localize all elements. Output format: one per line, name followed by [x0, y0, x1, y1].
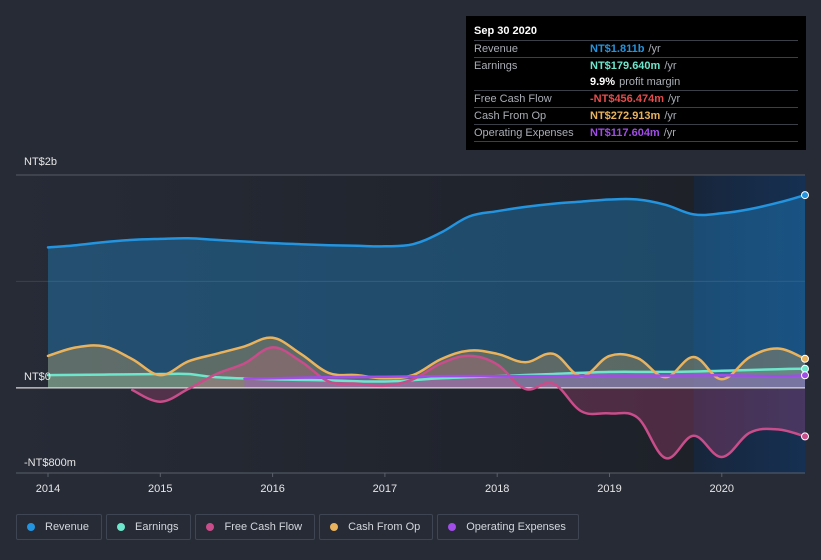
legend-item-revenue[interactable]: Revenue [16, 514, 103, 540]
legend-dot-icon [330, 523, 339, 531]
chart-legend: Revenue Earnings Free Cash Flow Cash Fro… [16, 514, 579, 540]
x-tick-label: 2014 [36, 483, 60, 495]
tooltip-panel: Sep 30 2020 Revenue NT$1.811b /yr Earnin… [466, 16, 806, 150]
tooltip-label: Earnings [474, 60, 518, 72]
legend-label: Revenue [45, 521, 90, 533]
y-tick-label: NT$2b [24, 156, 57, 168]
free-cash-flow-endpoint-marker[interactable] [801, 432, 809, 441]
tooltip-label [474, 74, 590, 90]
tooltip-value: NT$179.640m [590, 60, 661, 72]
tooltip-value: NT$1.811b [590, 43, 645, 55]
legend-dot-icon [448, 523, 457, 531]
tooltip-value: 9.9% [590, 76, 616, 88]
legend-dot-icon [206, 523, 215, 531]
tooltip-unit: /yr [664, 60, 677, 72]
legend-label: Free Cash Flow [224, 521, 303, 533]
legend-label: Cash From Op [348, 521, 421, 533]
tooltip-unit: /yr [668, 93, 681, 105]
x-tick-label: 2015 [148, 483, 172, 495]
tooltip-value: NT$272.913m [590, 110, 661, 122]
tooltip-unit: /yr [648, 43, 661, 55]
tooltip-row-operating-expenses: Operating Expenses NT$117.604m /yr [474, 125, 798, 142]
x-tick-label: 2020 [710, 483, 734, 495]
tooltip-unit: profit margin [619, 76, 681, 88]
tooltip-unit: /yr [663, 127, 676, 139]
x-tick-label: 2017 [373, 483, 397, 495]
tooltip-label: Revenue [474, 43, 519, 55]
legend-item-earnings[interactable]: Earnings [106, 514, 192, 540]
y-tick-label: NT$0 [24, 371, 51, 383]
legend-item-cash-from-op[interactable]: Cash From Op [319, 514, 434, 540]
tooltip-label: Operating Expenses [474, 127, 574, 139]
legend-dot-icon [117, 523, 126, 531]
tooltip-row-earnings: Earnings NT$179.640m /yr [474, 58, 798, 74]
tooltip-unit: /yr [664, 110, 677, 122]
tooltip-value: -NT$456.474m [590, 93, 664, 105]
x-tick-label: 2019 [597, 483, 621, 495]
earnings-endpoint-marker[interactable] [801, 364, 809, 373]
tooltip-row-revenue: Revenue NT$1.811b /yr [474, 41, 798, 58]
legend-label: Operating Expenses [466, 521, 566, 533]
legend-item-free-cash-flow[interactable]: Free Cash Flow [195, 514, 316, 540]
legend-dot-icon [27, 523, 35, 531]
tooltip-date: Sep 30 2020 [474, 22, 798, 41]
x-tick-label: 2016 [260, 483, 284, 495]
tooltip-label: Free Cash Flow [474, 93, 552, 105]
tooltip-label: Cash From Op [474, 110, 547, 122]
revenue-endpoint-marker[interactable] [801, 191, 809, 200]
tooltip-row-cash-from-op: Cash From Op NT$272.913m /yr [474, 108, 798, 125]
legend-label: Earnings [135, 521, 179, 533]
cash-from-op-endpoint-marker[interactable] [801, 354, 809, 363]
tooltip-value: NT$117.604m [590, 127, 660, 139]
x-tick-label: 2018 [485, 483, 509, 495]
operating-expenses-endpoint-marker[interactable] [801, 371, 809, 380]
tooltip-row-free-cash-flow: Free Cash Flow -NT$456.474m /yr [474, 91, 798, 108]
tooltip-row-profit-margin: 9.9% profit margin [474, 74, 798, 91]
y-tick-label: -NT$800m [24, 457, 76, 469]
x-axis: 2014 2015 2016 2017 2018 2019 2020 [16, 472, 805, 495]
legend-item-operating-expenses[interactable]: Operating Expenses [437, 514, 579, 540]
